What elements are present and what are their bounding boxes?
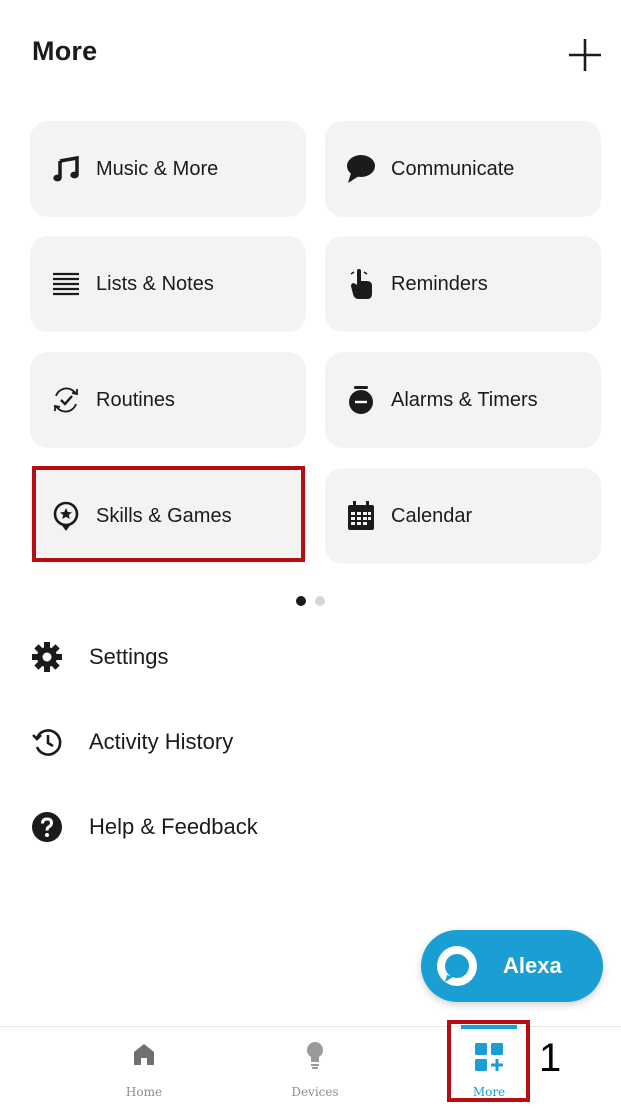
routine-check-icon [50, 384, 82, 416]
tile-routines[interactable]: Routines [30, 352, 306, 448]
nav-devices[interactable]: Devices [260, 1027, 370, 1113]
home-icon [131, 1041, 157, 1072]
tile-label: Calendar [391, 504, 473, 527]
menu-label: Settings [89, 644, 169, 669]
nav-label: Home [125, 1085, 163, 1099]
alexa-label: Alexa [503, 953, 562, 978]
menu-activity-history[interactable]: Activity History [30, 717, 233, 767]
menu-settings[interactable]: Settings [30, 632, 169, 682]
history-icon [30, 725, 64, 759]
help-icon [30, 810, 64, 844]
page-title: More [32, 36, 98, 66]
tile-label: Music & More [96, 157, 219, 180]
tile-label: Reminders [391, 272, 488, 295]
tile-music-and-more[interactable]: Music & More [30, 121, 306, 217]
page-dot [315, 596, 325, 606]
nav-home[interactable]: Home [89, 1027, 199, 1113]
page-dot-active [296, 596, 306, 606]
add-button[interactable] [566, 36, 604, 74]
tile-label: Alarms & Timers [391, 388, 538, 411]
tile-communicate[interactable]: Communicate [325, 121, 601, 217]
tile-calendar[interactable]: Calendar [325, 468, 601, 564]
alarm-clock-icon [345, 384, 377, 416]
lightbulb-icon [304, 1041, 326, 1076]
plus-icon [569, 39, 601, 71]
gear-icon [30, 640, 64, 674]
hand-pointing-icon [345, 268, 377, 300]
tile-lists-and-notes[interactable]: Lists & Notes [30, 236, 306, 332]
annotation-number: 1 [539, 1036, 562, 1080]
tile-label: Lists & Notes [96, 272, 214, 295]
tile-reminders[interactable]: Reminders [325, 236, 601, 332]
nav-label: Devices [291, 1085, 339, 1099]
menu-label: Activity History [89, 729, 234, 754]
tile-label: Routines [96, 388, 175, 411]
calendar-icon [345, 500, 377, 532]
menu-help-and-feedback[interactable]: Help & Feedback [30, 802, 258, 852]
page-indicator [296, 596, 325, 606]
highlight-box-more [447, 1020, 530, 1102]
alexa-button[interactable]: Alexa [421, 930, 603, 1002]
highlight-box-skills [32, 466, 305, 562]
alexa-ring-icon [435, 944, 479, 988]
speech-bubble-icon [345, 153, 377, 185]
menu-label: Help & Feedback [89, 814, 258, 839]
music-note-icon [50, 153, 82, 185]
tile-alarms-and-timers[interactable]: Alarms & Timers [325, 352, 601, 448]
list-icon [50, 268, 82, 300]
tile-label: Communicate [391, 157, 515, 180]
